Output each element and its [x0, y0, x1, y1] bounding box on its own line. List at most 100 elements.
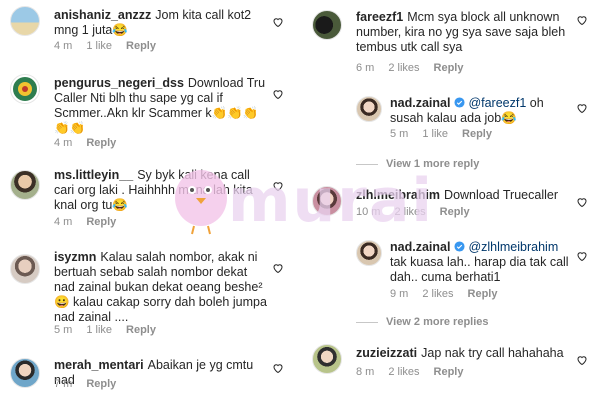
avatar[interactable] — [356, 96, 382, 122]
comment-likes[interactable]: 1 like — [86, 40, 112, 52]
reply-button[interactable]: Reply — [86, 137, 116, 149]
comment-text: nad.zainal @fareezf1 oh susah kalau ada j… — [390, 96, 570, 126]
comment-likes[interactable]: 2 likes — [394, 206, 425, 218]
mention-link[interactable]: @fareezf1 — [468, 96, 526, 110]
comment-time: 8 m — [356, 366, 375, 378]
comment-text: ms.littleyin__ Sy byk kali kena call cari… — [54, 168, 264, 213]
comment-meta: 5 m 1 like Reply — [54, 324, 170, 336]
comment-username[interactable]: ms.littleyin__ — [54, 168, 133, 182]
avatar[interactable] — [312, 344, 342, 374]
comment-text: nad.zainal @zlhlmeibrahim tak kuasa lah..… — [390, 240, 570, 285]
view-replies-label[interactable]: View 2 more replies — [386, 316, 489, 328]
comment-likes[interactable]: 2 likes — [388, 366, 419, 378]
reply-button[interactable]: Reply — [468, 288, 498, 300]
heart-icon[interactable] — [272, 362, 284, 374]
reply-button[interactable]: Reply — [126, 40, 156, 52]
comment-item: anishaniz_anzzz Jom kita call kot2 mng 1 … — [0, 0, 296, 62]
comment-text: zuzieizzati Jap nak try call hahahaha — [356, 346, 570, 361]
comment-time: 4 m — [54, 137, 73, 149]
avatar[interactable] — [356, 240, 382, 266]
comments-column-left: anishaniz_anzzz Jom kita call kot2 mng 1 … — [0, 0, 296, 400]
comment-likes[interactable]: 2 likes — [422, 288, 453, 300]
comment-time: 7 m — [54, 378, 73, 390]
reply-button[interactable]: Reply — [434, 62, 464, 74]
comment-text: pengurus_negeri_dss Download Tru Caller N… — [54, 76, 270, 136]
comment-time: 4 m — [54, 216, 73, 228]
view-more-replies[interactable]: View 2 more replies — [356, 316, 489, 328]
avatar[interactable] — [312, 186, 342, 216]
view-more-replies[interactable]: View 1 more reply — [356, 158, 479, 170]
comment-meta: 5 m 1 like Reply — [390, 128, 506, 140]
comment-item: zlhlmeibrahim Download Truecaller 10 m 2 l… — [304, 180, 600, 230]
comment-body: tak kuasa lah.. harap dia tak call dah..… — [390, 255, 569, 284]
divider — [356, 163, 378, 165]
avatar[interactable] — [10, 170, 40, 200]
comment-item: pengurus_negeri_dss Download Tru Caller N… — [0, 66, 296, 154]
heart-icon[interactable] — [576, 250, 588, 262]
verified-badge-icon — [454, 241, 465, 252]
comment-item: zuzieizzati Jap nak try call hahahaha 8 m… — [304, 338, 600, 398]
heart-icon[interactable] — [576, 102, 588, 114]
verified-badge-icon — [454, 97, 465, 108]
avatar[interactable] — [10, 6, 40, 36]
comment-item: ms.littleyin__ Sy byk kali kena call cari… — [0, 160, 296, 236]
mention-link[interactable]: @zlhlmeibrahim — [468, 240, 558, 254]
comment-meta: 7 m Reply — [54, 378, 130, 390]
reply-item: nad.zainal @fareezf1 oh susah kalau ada j… — [304, 88, 600, 144]
comment-text: isyzmn Kalau salah nombor, akak ni bertua… — [54, 250, 268, 325]
comment-likes[interactable]: 1 like — [86, 324, 112, 336]
comment-username[interactable]: anishaniz_anzzz — [54, 8, 151, 22]
comment-time: 9 m — [390, 288, 409, 300]
reply-button[interactable]: Reply — [126, 324, 156, 336]
comment-username[interactable]: isyzmn — [54, 250, 96, 264]
comment-text: fareezf1 Mcm sya block all unknown number… — [356, 10, 570, 55]
comment-meta: 9 m 2 likes Reply — [390, 288, 512, 300]
heart-icon[interactable] — [576, 14, 588, 26]
comment-meta: 4 m 1 like Reply — [54, 40, 170, 52]
comment-item: merah_mentari Abaikan je yg cmtu nad 7 mR… — [0, 352, 296, 400]
comment-meta: 8 m 2 likes Reply — [356, 366, 478, 378]
reply-button[interactable]: Reply — [86, 216, 116, 228]
heart-icon[interactable] — [272, 180, 284, 192]
heart-icon[interactable] — [576, 354, 588, 366]
comment-username[interactable]: nad.zainal — [390, 96, 450, 110]
reply-button[interactable]: Reply — [86, 378, 116, 390]
view-replies-label[interactable]: View 1 more reply — [386, 158, 479, 170]
avatar[interactable] — [10, 358, 40, 388]
comment-meta: 10 m 2 likes Reply — [356, 206, 484, 218]
comment-item: fareezf1 Mcm sya block all unknown number… — [304, 0, 600, 80]
avatar[interactable] — [10, 254, 40, 284]
heart-icon[interactable] — [576, 196, 588, 208]
comment-username[interactable]: merah_mentari — [54, 358, 144, 372]
avatar[interactable] — [312, 10, 342, 40]
comment-time: 5 m — [54, 324, 73, 336]
comment-body: Jap nak try call hahahaha — [421, 346, 564, 360]
comment-likes[interactable]: 1 like — [422, 128, 448, 140]
comment-username[interactable]: fareezf1 — [356, 10, 403, 24]
comment-username[interactable]: zlhlmeibrahim — [356, 188, 440, 202]
comment-time: 10 m — [356, 206, 381, 218]
avatar[interactable] — [10, 74, 40, 104]
heart-icon[interactable] — [272, 88, 284, 100]
comment-likes[interactable]: 2 likes — [388, 62, 419, 74]
comment-time: 5 m — [390, 128, 409, 140]
reply-button[interactable]: Reply — [440, 206, 470, 218]
comment-time: 4 m — [54, 40, 73, 52]
comment-username[interactable]: nad.zainal — [390, 240, 450, 254]
heart-icon[interactable] — [272, 16, 284, 28]
reply-button[interactable]: Reply — [462, 128, 492, 140]
comment-meta: 6 m 2 likes Reply — [356, 62, 478, 74]
comment-username[interactable]: zuzieizzati — [356, 346, 417, 360]
comments-column-right: fareezf1 Mcm sya block all unknown number… — [304, 0, 600, 400]
heart-icon[interactable] — [272, 262, 284, 274]
divider — [356, 321, 378, 323]
comment-meta: 4 m Reply — [54, 216, 130, 228]
comment-username[interactable]: pengurus_negeri_dss — [54, 76, 184, 90]
reply-button[interactable]: Reply — [434, 366, 464, 378]
comment-text: zlhlmeibrahim Download Truecaller — [356, 188, 570, 203]
logo-emblem-icon — [13, 77, 37, 101]
comment-time: 6 m — [356, 62, 375, 74]
comment-meta: 4 m Reply — [54, 137, 130, 149]
comment-text: anishaniz_anzzz Jom kita call kot2 mng 1 … — [54, 8, 262, 38]
comment-body: Download Truecaller — [444, 188, 558, 202]
